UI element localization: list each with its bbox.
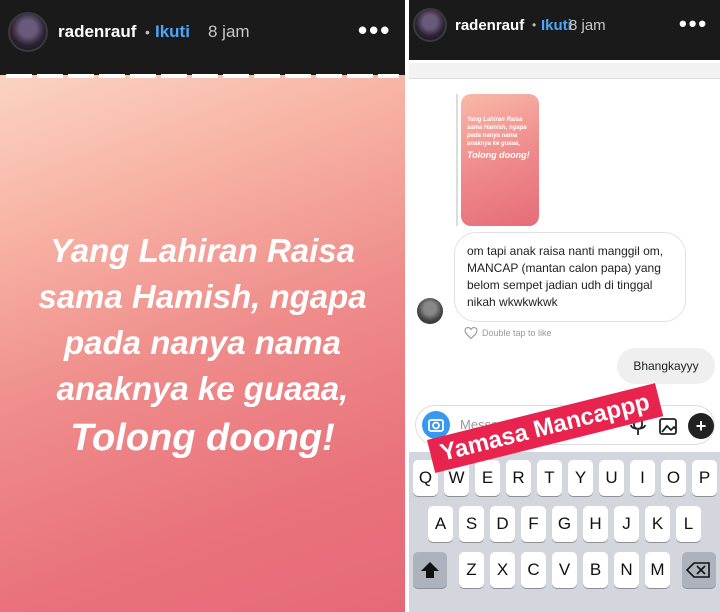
key-j[interactable]: J xyxy=(614,506,639,542)
story-thumbnail[interactable]: Yang Lahiran Raisa sama Hamish, ngapa pa… xyxy=(461,94,539,226)
key-z[interactable]: Z xyxy=(459,552,484,588)
thumbnail-text: Yang Lahiran Raisa sama Hamish, ngapa pa… xyxy=(467,117,527,147)
chat-header xyxy=(409,63,720,79)
post-time: 8 jam xyxy=(208,22,250,41)
key-i[interactable]: I xyxy=(630,460,655,496)
key-p[interactable]: P xyxy=(692,460,717,496)
username[interactable]: radenrauf xyxy=(58,22,136,42)
key-c[interactable]: C xyxy=(521,552,546,588)
key-h[interactable]: H xyxy=(583,506,608,542)
story-right: radenrauf • Ikuti 8 jam ••• Yang Lahiran… xyxy=(409,0,720,612)
key-e[interactable]: E xyxy=(475,460,500,496)
screenshot: radenrauf • Ikuti 8 jam ••• Yang Lahiran… xyxy=(0,0,720,612)
sender-avatar[interactable] xyxy=(417,298,443,324)
backspace-icon xyxy=(685,562,710,578)
shift-key[interactable] xyxy=(413,552,447,588)
key-m[interactable]: M xyxy=(645,552,670,588)
more-options-icon[interactable]: ••• xyxy=(358,15,391,46)
like-hint-label: Double tap to like xyxy=(482,328,552,338)
add-button[interactable]: + xyxy=(688,413,714,439)
key-x[interactable]: X xyxy=(490,552,515,588)
follow-button[interactable]: Ikuti xyxy=(541,17,572,34)
key-a[interactable]: A xyxy=(428,506,453,542)
more-options-icon[interactable]: ••• xyxy=(679,11,708,37)
key-o[interactable]: O xyxy=(661,460,686,496)
story-text-emphasis: Tolong doong! xyxy=(70,417,335,459)
incoming-message[interactable]: om tapi anak raisa nanti manggil om, MAN… xyxy=(454,232,686,322)
shift-icon xyxy=(421,562,439,578)
avatar[interactable] xyxy=(413,8,447,42)
story-text: Yang Lahiran Raisa sama Hamish, ngapa pa… xyxy=(20,228,385,464)
key-u[interactable]: U xyxy=(599,460,624,496)
key-v[interactable]: V xyxy=(552,552,577,588)
story-text-line: pada nanya nama xyxy=(64,324,341,361)
outgoing-message[interactable]: Bhangkayyy xyxy=(617,348,715,384)
story-left: radenrauf • Ikuti 8 jam ••• Yang Lahiran… xyxy=(0,0,405,612)
post-time: 8 jam xyxy=(569,17,606,34)
story-text-line: sama Hamish, ngapa xyxy=(38,278,367,315)
like-hint: Double tap to like xyxy=(464,328,552,338)
username[interactable]: radenrauf xyxy=(455,17,524,34)
key-k[interactable]: K xyxy=(645,506,670,542)
backspace-key[interactable] xyxy=(682,552,716,588)
separator-dot: • xyxy=(145,24,150,40)
follow-button[interactable]: Ikuti xyxy=(155,22,190,42)
key-s[interactable]: S xyxy=(459,506,484,542)
key-d[interactable]: D xyxy=(490,506,515,542)
key-y[interactable]: Y xyxy=(568,460,593,496)
key-n[interactable]: N xyxy=(614,552,639,588)
key-l[interactable]: L xyxy=(676,506,701,542)
separator-dot: • xyxy=(532,18,537,32)
key-t[interactable]: T xyxy=(537,460,562,496)
gallery-icon[interactable] xyxy=(658,415,680,437)
key-b[interactable]: B xyxy=(583,552,608,588)
key-r[interactable]: R xyxy=(506,460,531,496)
story-progress-bar xyxy=(6,74,399,78)
avatar[interactable] xyxy=(8,12,48,52)
key-g[interactable]: G xyxy=(552,506,577,542)
story-text-line: anaknya ke guaaa, xyxy=(56,370,349,407)
key-f[interactable]: F xyxy=(521,506,546,542)
thumbnail-text-emphasis: Tolong doong! xyxy=(467,150,530,160)
reply-line xyxy=(456,94,458,226)
keyboard: Q W E R T Y U I O P A S D F G H J K L Z xyxy=(409,452,720,612)
story-text-line: Yang Lahiran Raisa xyxy=(49,232,356,269)
